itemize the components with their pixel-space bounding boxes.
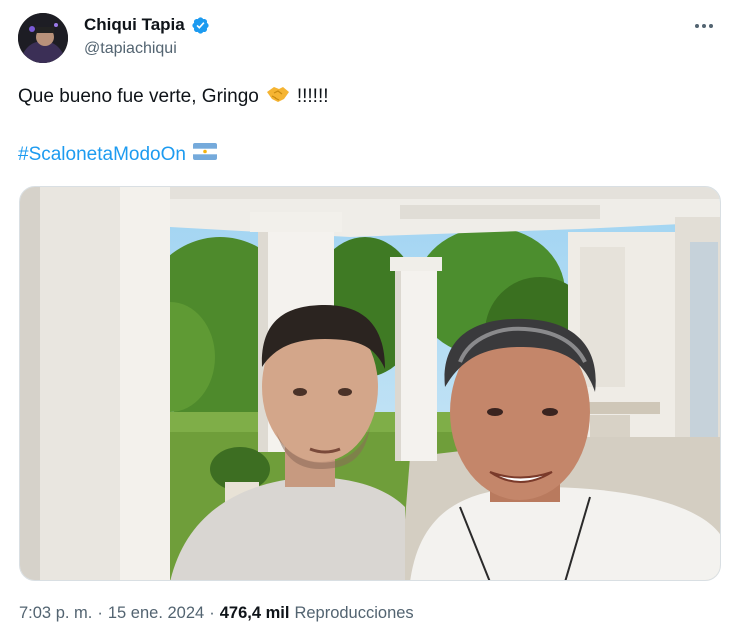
- views-count: 476,4 mil: [219, 604, 290, 622]
- author-display-name[interactable]: Chiqui Tapia: [84, 15, 185, 35]
- tweet-text-suffix: !!!!!!: [296, 86, 329, 107]
- tweet-date[interactable]: 15 ene. 2024: [108, 604, 204, 623]
- tweet-text: Que bueno fue verte, Gringo: [18, 86, 259, 107]
- more-options-button[interactable]: [692, 14, 716, 38]
- meta-separator: ·: [97, 604, 103, 622]
- name-row: Chiqui Tapia: [84, 14, 210, 36]
- author-handle[interactable]: @tapiachiqui: [84, 40, 210, 58]
- meta-separator: ·: [209, 604, 215, 622]
- tweet-metadata: 7:03 p. m. · 15 ene. 2024 · 476,4 mil Re…: [19, 604, 414, 623]
- tweet-time[interactable]: 7:03 p. m.: [19, 604, 92, 623]
- argentina-flag-icon: [192, 143, 217, 166]
- avatar[interactable]: [18, 13, 68, 63]
- author-info: Chiqui Tapia @tapiachiqui: [84, 14, 210, 58]
- tweet-text-line-1: Que bueno fue verte, Gringo !!!!!!: [18, 84, 329, 110]
- more-horizontal-icon: [695, 24, 713, 28]
- hashtag-link[interactable]: #ScalonetaModoOn: [18, 144, 186, 166]
- verified-badge-icon: [191, 16, 210, 35]
- tweet: Chiqui Tapia @tapiachiqui Que bueno fue …: [0, 0, 730, 632]
- handshake-emoji-icon: [266, 84, 290, 110]
- tweet-text-line-2: #ScalonetaModoOn: [18, 143, 217, 166]
- tweet-photo[interactable]: [19, 186, 721, 581]
- views-label: Reproducciones: [294, 604, 414, 622]
